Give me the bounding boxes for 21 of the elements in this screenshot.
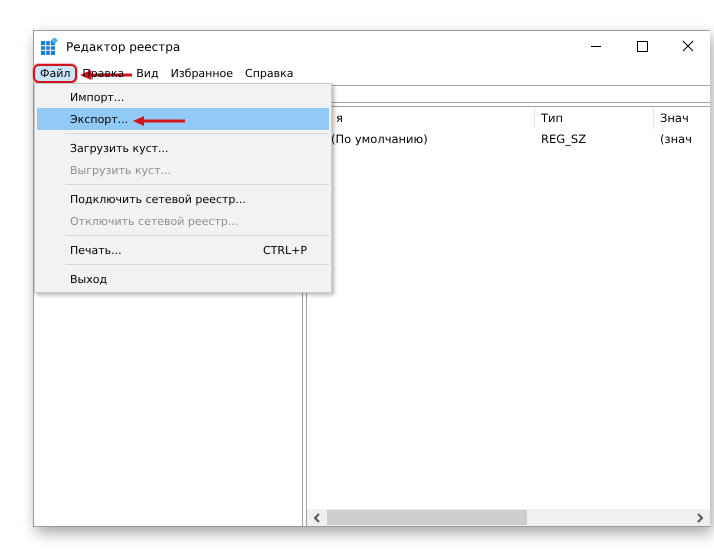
menu-item[interactable]: Вид bbox=[131, 66, 164, 80]
table-cell-text: (знач bbox=[659, 132, 693, 146]
menu-entry[interactable]: Импорт... bbox=[37, 86, 329, 108]
column-header[interactable]: Тип bbox=[535, 107, 654, 129]
scroll-left-icon[interactable] bbox=[313, 512, 321, 522]
horizontal-scrollbar[interactable] bbox=[307, 509, 710, 526]
registry-icon bbox=[40, 38, 58, 56]
menu-item[interactable]: Справка bbox=[240, 66, 299, 80]
menu-entry[interactable]: Печать... CTRL+P bbox=[37, 239, 329, 261]
menu-entry[interactable]: Экспорт... bbox=[37, 108, 329, 130]
window-title: Редактор реестра bbox=[66, 40, 182, 54]
scrollbar-thumb[interactable] bbox=[327, 510, 527, 525]
menu-entry[interactable]: Подключить сетевой реестр... bbox=[37, 188, 329, 210]
shortcut-label: CTRL+P bbox=[262, 244, 307, 256]
menu-entry[interactable]: Загрузить куст... bbox=[37, 137, 329, 159]
scroll-right-icon[interactable] bbox=[696, 512, 704, 522]
menu-entry[interactable]: Выход bbox=[37, 268, 329, 290]
table-cell-text: (По умолчанию) bbox=[330, 132, 429, 146]
column-header[interactable]: Знач bbox=[654, 107, 710, 129]
menu-item[interactable]: Избранное bbox=[166, 66, 238, 80]
table-cell-text: REG_SZ bbox=[540, 132, 588, 146]
